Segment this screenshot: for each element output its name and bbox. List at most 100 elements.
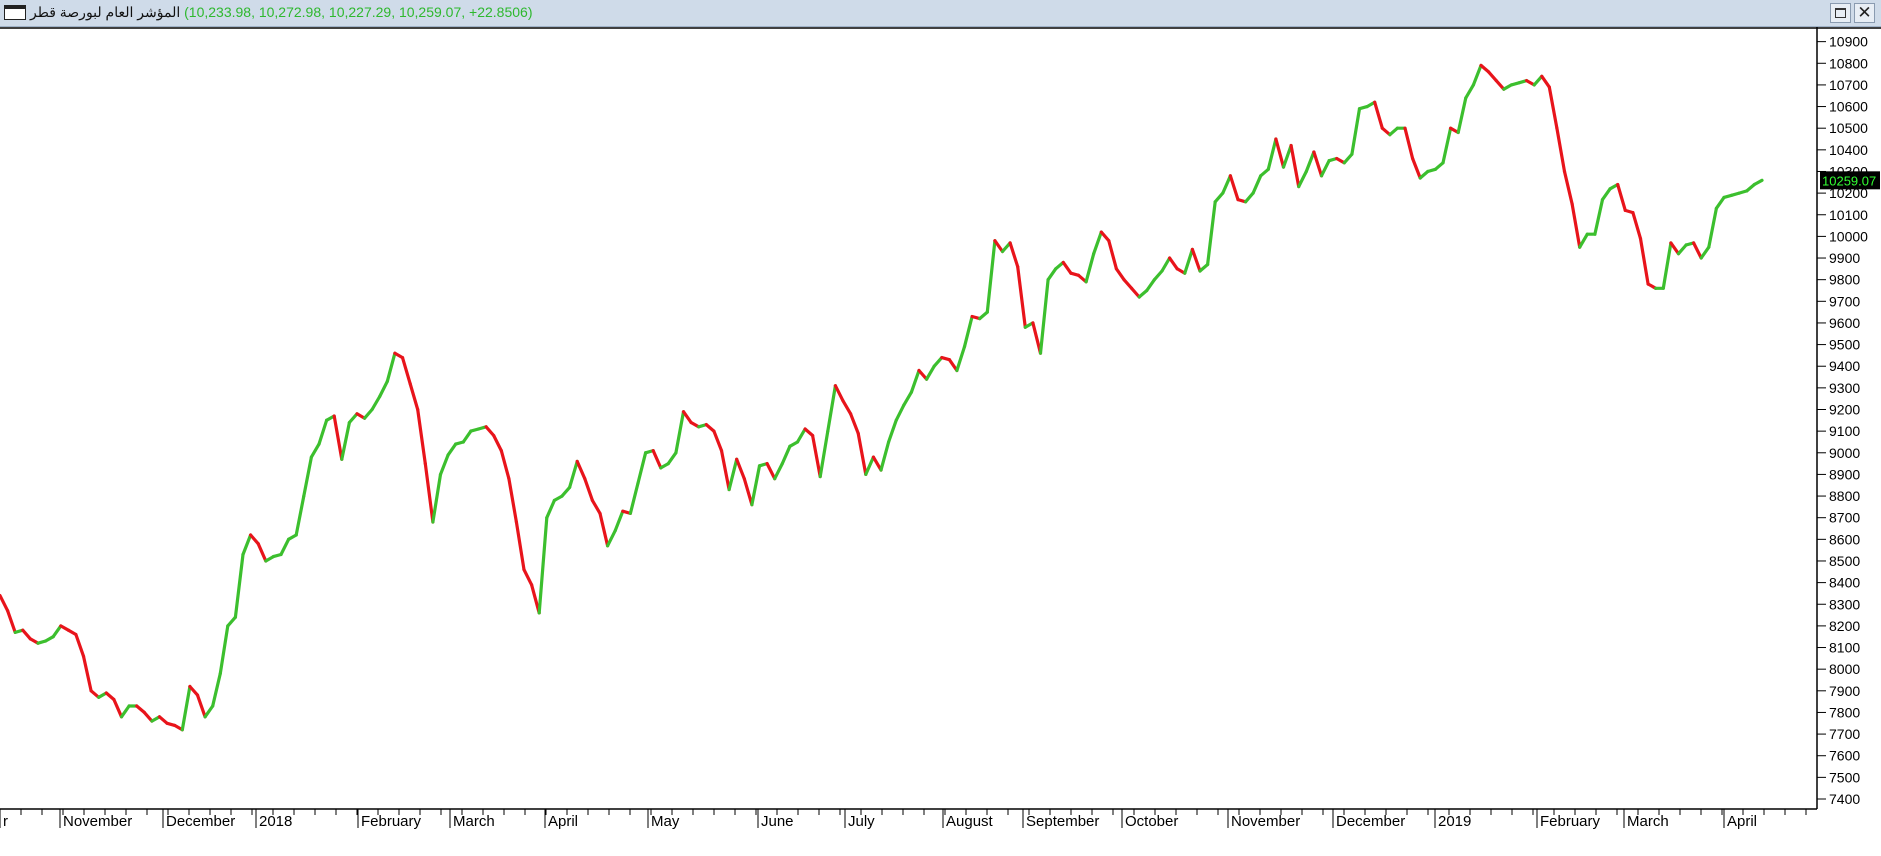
up-segment bbox=[119, 704, 131, 719]
up-segment bbox=[818, 429, 830, 479]
y-axis: 7400 7500 7600 7700 7800 7900 8000 8100 8200 8300… bbox=[1816, 27, 1868, 809]
up-segment bbox=[826, 384, 838, 433]
up-segment bbox=[347, 412, 359, 425]
up-segment bbox=[1183, 247, 1195, 275]
up-segment bbox=[180, 684, 192, 732]
up-segment bbox=[1046, 267, 1058, 282]
x-tick-label: June bbox=[761, 813, 794, 830]
up-segment bbox=[894, 403, 906, 422]
up-segment bbox=[1464, 83, 1476, 100]
down-segment bbox=[0, 593, 10, 613]
y-tick-label: 7800 bbox=[1829, 704, 1860, 720]
price-series bbox=[0, 63, 1764, 732]
up-segment bbox=[1714, 195, 1726, 210]
down-segment bbox=[1691, 241, 1703, 260]
down-segment bbox=[1616, 182, 1627, 212]
y-tick-label: 7500 bbox=[1829, 769, 1860, 785]
y-tick-label: 10600 bbox=[1829, 99, 1868, 115]
down-segment bbox=[1547, 85, 1559, 130]
close-button[interactable]: ✕ bbox=[1854, 3, 1875, 23]
down-segment bbox=[1631, 211, 1643, 241]
price-chart[interactable]: 7400 7500 7600 7700 7800 7900 8000 8100 8200 8300… bbox=[0, 27, 1881, 856]
chart-window-icon bbox=[4, 5, 26, 20]
y-tick-label: 10000 bbox=[1829, 228, 1868, 244]
y-tick-label: 10800 bbox=[1829, 55, 1868, 71]
down-segment bbox=[1562, 169, 1574, 206]
up-segment bbox=[51, 624, 63, 639]
down-segment bbox=[712, 429, 724, 453]
x-tick-label: July bbox=[848, 813, 875, 830]
up-segment bbox=[795, 427, 807, 444]
up-segment bbox=[317, 418, 329, 446]
down-segment bbox=[1190, 247, 1202, 273]
up-segment bbox=[1532, 74, 1544, 87]
up-segment bbox=[909, 368, 921, 394]
y-tick-label: 10500 bbox=[1829, 120, 1868, 136]
up-segment bbox=[233, 552, 245, 619]
down-segment bbox=[719, 449, 731, 492]
x-tick-label: March bbox=[1627, 813, 1669, 830]
down-segment bbox=[765, 462, 777, 481]
up-segment bbox=[378, 379, 389, 399]
down-segment bbox=[142, 710, 154, 723]
down-segment bbox=[1129, 286, 1141, 299]
up-segment bbox=[674, 410, 686, 455]
down-segment bbox=[507, 477, 519, 524]
up-segment bbox=[438, 453, 450, 476]
up-segment bbox=[211, 671, 222, 708]
up-segment bbox=[461, 429, 473, 444]
down-segment bbox=[1031, 321, 1043, 355]
up-segment bbox=[1266, 137, 1278, 171]
down-segment bbox=[583, 477, 595, 502]
down-segment bbox=[249, 533, 260, 546]
up-segment bbox=[279, 537, 291, 557]
up-segment bbox=[1205, 200, 1217, 267]
down-segment bbox=[590, 498, 602, 515]
up-segment bbox=[1578, 232, 1589, 249]
up-segment bbox=[446, 442, 458, 457]
down-segment bbox=[400, 356, 412, 386]
y-tick-label: 9700 bbox=[1829, 293, 1860, 309]
up-segment bbox=[1251, 174, 1263, 195]
down-segment bbox=[848, 412, 860, 435]
up-segment bbox=[780, 444, 792, 466]
up-segment bbox=[1699, 245, 1711, 260]
up-segment bbox=[1304, 150, 1316, 174]
up-segment bbox=[294, 494, 306, 537]
y-tick-label: 8300 bbox=[1829, 596, 1860, 612]
x-tick-label: 2019 bbox=[1438, 813, 1471, 830]
up-segment bbox=[613, 509, 625, 533]
down-segment bbox=[1008, 241, 1020, 269]
down-segment bbox=[1410, 156, 1422, 180]
down-segment bbox=[833, 384, 845, 403]
y-tick-label: 8500 bbox=[1829, 553, 1860, 569]
down-segment bbox=[856, 431, 868, 476]
up-segment bbox=[628, 481, 640, 515]
up-segment bbox=[241, 533, 253, 557]
up-segment bbox=[864, 455, 876, 476]
x-tick-label: November bbox=[63, 813, 132, 830]
y-tick-label: 7600 bbox=[1829, 748, 1860, 764]
x-tick-label: April bbox=[1727, 813, 1757, 830]
y-tick-label: 9200 bbox=[1829, 402, 1860, 418]
x-tick-label: April bbox=[548, 813, 578, 830]
up-segment bbox=[1350, 107, 1362, 156]
y-tick-label: 10400 bbox=[1829, 142, 1868, 158]
up-segment bbox=[1281, 143, 1293, 169]
down-segment bbox=[1228, 174, 1240, 202]
up-segment bbox=[1441, 126, 1453, 165]
down-segment bbox=[1555, 126, 1567, 174]
down-segment bbox=[871, 455, 883, 472]
y-tick-label: 10100 bbox=[1829, 207, 1868, 223]
ohlc-values: (10,233.98, 10,272.98, 10,227.29, 10,259… bbox=[184, 4, 533, 20]
down-segment bbox=[993, 239, 1005, 254]
restore-button[interactable] bbox=[1830, 3, 1851, 23]
y-tick-label: 8200 bbox=[1829, 618, 1860, 634]
down-segment bbox=[681, 410, 693, 425]
up-segment bbox=[962, 314, 974, 349]
up-segment bbox=[567, 459, 579, 489]
down-segment bbox=[1669, 241, 1681, 256]
up-segment bbox=[385, 351, 397, 383]
y-tick-label: 9400 bbox=[1829, 358, 1860, 374]
up-segment bbox=[309, 442, 321, 459]
